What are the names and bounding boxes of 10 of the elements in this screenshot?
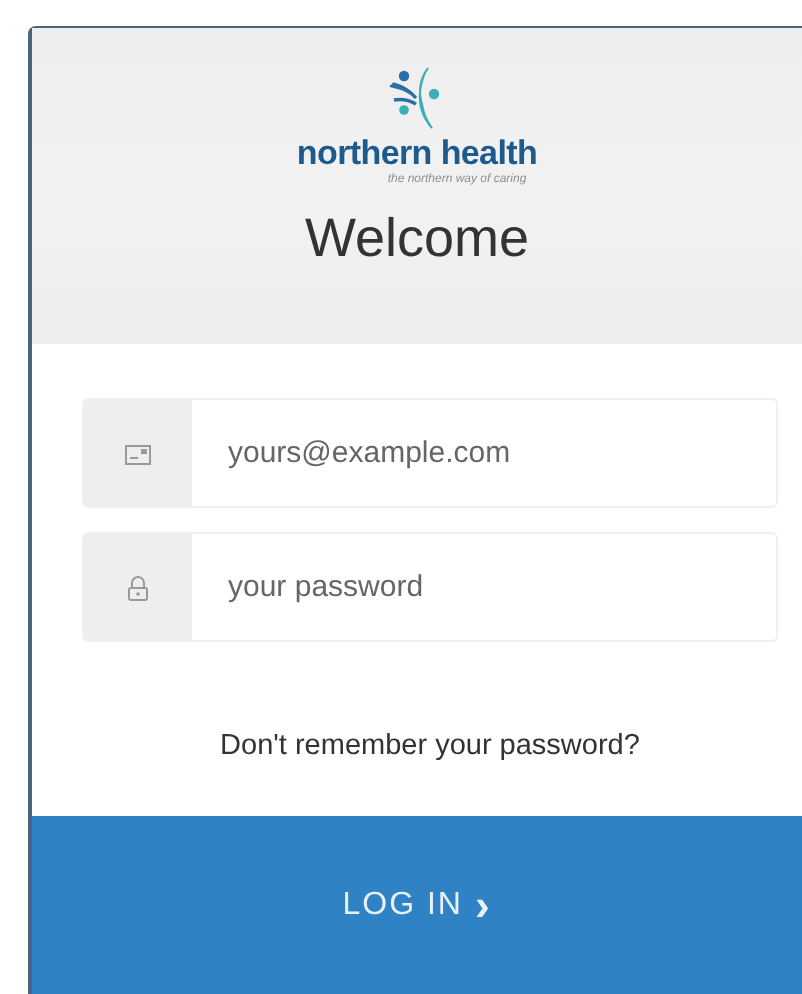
welcome-title: Welcome (304, 208, 530, 270)
forgot-password-link[interactable]: Don't remember your password? (220, 730, 640, 762)
lock-icon (124, 573, 152, 601)
card-icon (124, 439, 152, 467)
email-field[interactable]: yours@example.com (82, 398, 778, 508)
login-button[interactable]: LOG IN › (32, 816, 802, 994)
password-input[interactable]: your password (192, 534, 776, 640)
password-field[interactable]: your password (82, 532, 778, 642)
email-input[interactable]: yours@example.com (192, 400, 776, 506)
logo-name: northern health (296, 136, 538, 172)
